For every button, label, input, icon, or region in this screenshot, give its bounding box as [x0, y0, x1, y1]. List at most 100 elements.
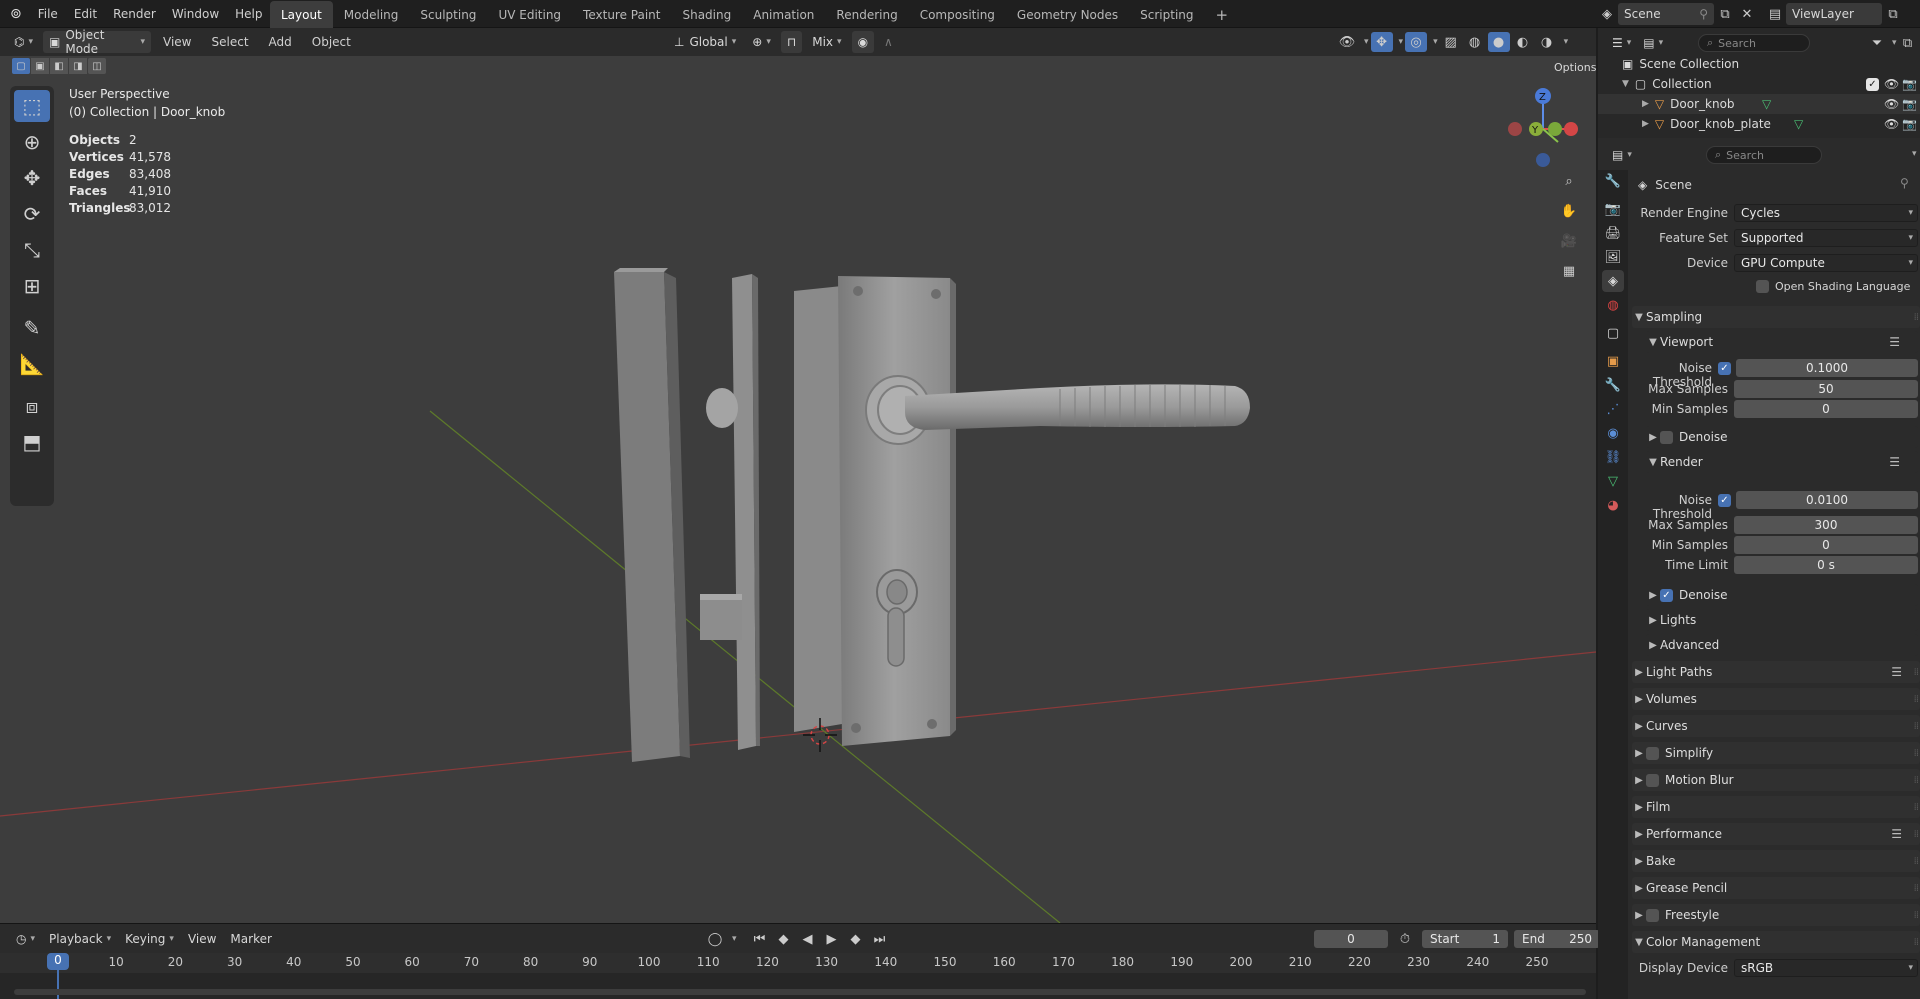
cursor-tool[interactable]: ⊕: [14, 126, 50, 158]
modifier-tab-icon[interactable]: 🔧: [1602, 374, 1624, 396]
timeline-scrollbar[interactable]: [14, 989, 1586, 995]
vp-noise-threshold-checkbox[interactable]: ✓: [1718, 362, 1731, 375]
gizmo-toggle-icon[interactable]: ✥: [1370, 32, 1393, 52]
overlay-toggle-icon[interactable]: ◎: [1405, 32, 1428, 52]
scale-tool[interactable]: ⤡: [14, 234, 50, 266]
visibility-icon[interactable]: 👁: [1336, 32, 1358, 52]
view-layer-icon[interactable]: ▤: [1764, 4, 1786, 24]
eye-icon[interactable]: 👁: [1884, 97, 1899, 111]
play-reverse-icon[interactable]: ◀: [797, 929, 819, 949]
transform-tool[interactable]: ⊞: [14, 270, 50, 302]
tab-sculpting[interactable]: Sculpting: [409, 1, 487, 29]
select-new-icon[interactable]: ▢: [12, 58, 30, 74]
menu-add[interactable]: Add: [261, 31, 300, 53]
add-cube-tool[interactable]: ⧈: [14, 390, 50, 422]
delete-scene-icon[interactable]: ✕: [1736, 4, 1758, 24]
bake-panel-header[interactable]: ▶ Bake ⁞⁞: [1632, 850, 1920, 872]
play-icon[interactable]: ▶: [821, 929, 843, 949]
drag-grip-icon[interactable]: ⁞⁞: [1914, 721, 1919, 732]
options-button[interactable]: Options▾: [1548, 58, 1596, 76]
drag-grip-icon[interactable]: ⁞⁞: [1914, 775, 1919, 786]
expand-arrow-icon[interactable]: ▶: [1642, 119, 1649, 129]
playhead[interactable]: 0: [47, 953, 69, 970]
transform-orientation-selector[interactable]: ⊥ Global ▾: [668, 31, 742, 53]
presets-list-icon[interactable]: ☰: [1889, 335, 1900, 349]
data-tab-icon[interactable]: ▽: [1602, 470, 1624, 492]
editor-type-button[interactable]: ⌬ ▾: [8, 31, 39, 53]
zoom-icon[interactable]: ⌕: [1558, 166, 1580, 196]
tab-layout[interactable]: Layout: [270, 1, 333, 29]
grease-pencil-panel-header[interactable]: ▶ Grease Pencil ⁞⁞: [1632, 877, 1920, 899]
drag-grip-icon[interactable]: ⁞⁞: [1914, 694, 1919, 705]
light-paths-panel-header[interactable]: ▶ Light Paths ☰ ⁞⁞: [1632, 661, 1920, 683]
eye-icon[interactable]: 👁: [1884, 77, 1899, 91]
drag-grip-icon[interactable]: ⁞⁞: [1914, 910, 1919, 921]
drag-grip-icon[interactable]: ⁞⁞: [1914, 802, 1919, 813]
vp-noise-threshold-field[interactable]: 0.1000: [1736, 359, 1918, 377]
outliner-search-input[interactable]: ⌕ Search: [1698, 34, 1810, 52]
tab-shading[interactable]: Shading: [671, 1, 742, 29]
camera-view-icon[interactable]: 🎥: [1558, 226, 1580, 256]
snap-mode-selector[interactable]: Mix ▾: [806, 31, 847, 53]
tab-modeling[interactable]: Modeling: [333, 1, 410, 29]
expand-arrow-icon[interactable]: ▼: [1622, 79, 1629, 89]
measure-tool[interactable]: 📐: [14, 348, 50, 380]
vp-min-samples-field[interactable]: 0: [1734, 400, 1918, 418]
performance-panel-header[interactable]: ▶ Performance ☰ ⁞⁞: [1632, 823, 1920, 845]
outliner-door-knob-plate[interactable]: ▶ ▽ Door_knob_plate ▽ 👁 📷: [1598, 114, 1920, 134]
view-layer-selector[interactable]: ViewLayer: [1786, 3, 1882, 25]
menu-render[interactable]: Render: [105, 0, 164, 28]
annotate-tool[interactable]: ✎: [14, 312, 50, 344]
falloff-button[interactable]: ∧: [878, 31, 899, 53]
menu-keying[interactable]: Keying ▾: [119, 928, 180, 950]
tab-texture-paint[interactable]: Texture Paint: [572, 1, 671, 29]
proportional-edit-toggle[interactable]: ◉: [851, 31, 875, 53]
presets-list-icon[interactable]: ☰: [1889, 455, 1900, 469]
menu-select[interactable]: Select: [204, 31, 257, 53]
tab-scripting[interactable]: Scripting: [1129, 1, 1204, 29]
wireframe-shading-icon[interactable]: ◍: [1464, 32, 1486, 52]
add-workspace-button[interactable]: +: [1205, 1, 1240, 29]
new-scene-icon[interactable]: ⧉: [1714, 4, 1736, 24]
eye-icon[interactable]: 👁: [1884, 117, 1899, 131]
simplify-panel-header[interactable]: ▶ Simplify ⁞⁞: [1632, 742, 1920, 764]
menu-marker[interactable]: Marker: [224, 928, 277, 950]
camera-icon[interactable]: 📷: [1902, 117, 1917, 131]
tab-uv-editing[interactable]: UV Editing: [487, 1, 572, 29]
freestyle-panel-header[interactable]: ▶ Freestyle ⁞⁞: [1632, 904, 1920, 926]
drag-grip-icon[interactable]: ⁞⁞: [1914, 883, 1919, 894]
move-tool[interactable]: ✥: [14, 162, 50, 194]
film-panel-header[interactable]: ▶ Film ⁞⁞: [1632, 796, 1920, 818]
stopwatch-icon[interactable]: ⏱: [1394, 929, 1416, 949]
material-shading-icon[interactable]: ◐: [1512, 32, 1534, 52]
drag-grip-icon[interactable]: ⁞⁞: [1914, 829, 1919, 840]
view-layer-tab-icon[interactable]: 🖼: [1602, 246, 1624, 268]
outliner-door-knob[interactable]: ▶ ▽ Door_knob ▽ 👁 📷: [1598, 94, 1920, 114]
expand-arrow-icon[interactable]: ▶: [1642, 99, 1649, 109]
camera-icon[interactable]: 📷: [1902, 77, 1917, 91]
menu-timeline-view[interactable]: View: [182, 928, 222, 950]
menu-window[interactable]: Window: [164, 0, 227, 28]
snap-toggle[interactable]: ⊓: [780, 31, 803, 53]
select-extend-icon[interactable]: ▣: [31, 58, 49, 74]
osl-checkbox-row[interactable]: Open Shading Language: [1756, 280, 1910, 293]
vp-denoise-checkbox[interactable]: [1660, 430, 1673, 444]
object-tab-icon[interactable]: ▣: [1602, 350, 1624, 372]
timeline-ruler[interactable]: 10 20 30 40 50 60 70 80 90 100 110 120 130 140 150 160 1…: [0, 953, 1596, 999]
next-keyframe-icon[interactable]: ◆: [845, 929, 867, 949]
menu-edit[interactable]: Edit: [66, 0, 105, 28]
prev-keyframe-icon[interactable]: ◆: [773, 929, 795, 949]
motion-blur-panel-header[interactable]: ▶ Motion Blur ⁞⁞: [1632, 769, 1920, 791]
r-min-samples-field[interactable]: 0: [1734, 536, 1918, 554]
render-engine-dropdown[interactable]: Cycles ▾: [1734, 204, 1918, 222]
drag-grip-icon[interactable]: ⁞⁞: [1914, 856, 1919, 867]
select-invert-icon[interactable]: ◨: [69, 58, 87, 74]
drag-grip-icon[interactable]: ⁞⁞: [1914, 312, 1919, 323]
material-tab-icon[interactable]: ◕: [1602, 494, 1624, 516]
select-box-tool[interactable]: ⬚: [14, 90, 50, 122]
r-time-limit-field[interactable]: 0 s: [1734, 556, 1918, 574]
render-subpanel-header[interactable]: ▼ Render ☰: [1646, 451, 1918, 473]
motion-blur-checkbox[interactable]: [1646, 773, 1659, 787]
render-tab-icon[interactable]: 📷: [1602, 198, 1624, 220]
pin-icon[interactable]: ⚲: [1699, 7, 1708, 21]
